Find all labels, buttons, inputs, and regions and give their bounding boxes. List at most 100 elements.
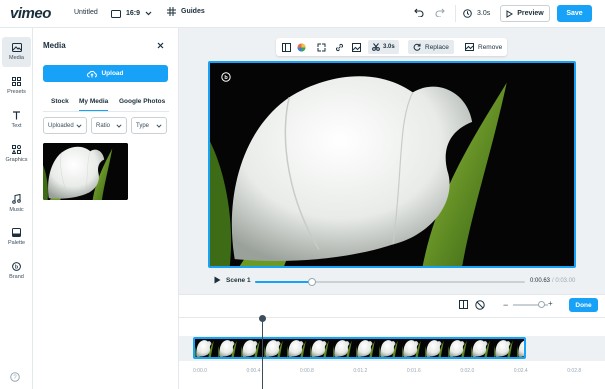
shapes-icon bbox=[12, 145, 21, 154]
zoom-slider-handle[interactable] bbox=[538, 301, 545, 308]
scene-label: Scene 1 bbox=[226, 277, 251, 284]
timeline-tick: 0:00.8 bbox=[299, 368, 314, 374]
scissors-icon bbox=[372, 43, 380, 51]
chevron-down-icon bbox=[145, 11, 152, 16]
svg-text:b: b bbox=[224, 75, 228, 81]
color-filter-icon[interactable] bbox=[295, 41, 308, 53]
clip-frame bbox=[448, 339, 471, 357]
timeline-tick: 0:02.0 bbox=[460, 368, 475, 374]
mute-icon[interactable] bbox=[475, 300, 485, 310]
split-icon[interactable] bbox=[459, 300, 468, 309]
rail-label: Media bbox=[9, 55, 24, 61]
tab-stock[interactable]: Stock bbox=[51, 98, 69, 110]
editor-stage: 3.0s Replace Remove b Scene 1 0:00.63 / … bbox=[179, 28, 605, 294]
play-icon[interactable] bbox=[214, 276, 221, 284]
tab-google-photos[interactable]: Google Photos bbox=[119, 98, 165, 110]
guides-label: Guides bbox=[181, 8, 205, 15]
rail-label: Text bbox=[11, 123, 22, 129]
upload-button[interactable]: Upload bbox=[43, 65, 168, 82]
chevron-down-icon bbox=[156, 123, 162, 128]
tab-divider bbox=[43, 111, 169, 112]
filter-label: Type bbox=[136, 122, 150, 129]
type-filter-dropdown[interactable]: Type bbox=[131, 117, 167, 134]
clip-frame bbox=[218, 339, 241, 357]
rail-label: Music bbox=[9, 206, 24, 213]
rail-item-presets[interactable]: Presets bbox=[2, 71, 31, 101]
playhead-handle[interactable] bbox=[259, 315, 266, 322]
grid-icon bbox=[12, 77, 21, 86]
clip-frame bbox=[471, 339, 494, 357]
media-thumbnail[interactable] bbox=[43, 143, 128, 200]
remove-image-icon bbox=[465, 43, 474, 51]
clip-frame bbox=[402, 339, 425, 357]
filter-label: Uploaded bbox=[48, 122, 74, 129]
guides-button[interactable]: Guides bbox=[167, 7, 205, 16]
rail-item-graphics[interactable]: Graphics bbox=[2, 139, 31, 169]
undo-icon[interactable] bbox=[414, 8, 424, 17]
rail-label: Palette bbox=[7, 240, 26, 246]
svg-text:?: ? bbox=[13, 375, 17, 381]
scrubber-handle[interactable] bbox=[307, 278, 316, 286]
help-icon[interactable]: ? bbox=[10, 372, 20, 382]
layout-icon[interactable] bbox=[280, 41, 293, 53]
timeline-tick: 0:00.4 bbox=[246, 368, 261, 374]
rail-item-brand[interactable]: b Brand bbox=[2, 256, 31, 286]
done-button[interactable]: Done bbox=[569, 298, 598, 312]
timeline-divider bbox=[179, 317, 605, 318]
grid-guides-icon bbox=[167, 7, 176, 16]
aspect-ratio-dropdown[interactable]: 16:9 bbox=[107, 5, 156, 22]
ratio-filter-dropdown[interactable]: Ratio bbox=[91, 117, 127, 134]
link-icon[interactable] bbox=[333, 41, 346, 53]
brand-icon: b bbox=[12, 262, 21, 271]
tab-my-media[interactable]: My Media bbox=[79, 98, 109, 112]
replace-button[interactable]: Replace bbox=[408, 40, 454, 54]
image-icon bbox=[11, 43, 22, 52]
playhead-line[interactable] bbox=[262, 319, 263, 389]
vimeo-logo[interactable]: vimeo bbox=[10, 5, 51, 22]
expand-icon[interactable] bbox=[315, 41, 328, 53]
clip-frame bbox=[264, 339, 287, 357]
video-clip[interactable] bbox=[193, 337, 526, 359]
project-title[interactable]: Untitled bbox=[74, 9, 98, 16]
close-icon[interactable] bbox=[157, 42, 164, 49]
clip-frame bbox=[241, 339, 264, 357]
preview-label: Preview bbox=[517, 10, 544, 17]
rail-item-text[interactable]: Text bbox=[2, 105, 31, 135]
clip-frame bbox=[379, 339, 402, 357]
trim-duration-button[interactable]: 3.0s bbox=[368, 40, 399, 54]
replace-label: Replace bbox=[425, 43, 449, 51]
timeline: − + Done 0:00.0 0:00.4 0:00.8 0:01.2 0:01.6 0… bbox=[179, 294, 605, 389]
duration-label: 3.0s bbox=[477, 10, 491, 17]
replace-image-icon[interactable] bbox=[350, 41, 363, 53]
remove-button[interactable]: Remove bbox=[461, 40, 506, 54]
rail-item-palette[interactable]: Palette bbox=[2, 222, 31, 252]
timeline-tick: 0:02.4 bbox=[513, 368, 528, 374]
timeline-tick: 0:01.2 bbox=[353, 368, 368, 374]
zoom-out-icon[interactable]: − bbox=[503, 300, 508, 310]
clip-frame bbox=[494, 339, 517, 357]
rail-item-media[interactable]: Media bbox=[2, 37, 31, 67]
scrubber-progress bbox=[255, 281, 312, 283]
clip-frame bbox=[356, 339, 379, 357]
brand-badge-icon[interactable]: b bbox=[221, 72, 231, 82]
rail-label: Presets bbox=[7, 89, 26, 95]
clip-frame bbox=[287, 339, 310, 357]
upload-cloud-icon bbox=[87, 70, 98, 78]
preview-button[interactable]: Preview bbox=[500, 5, 550, 22]
trim-duration-label: 3.0s bbox=[383, 44, 395, 50]
rail-item-music[interactable]: Music bbox=[2, 188, 31, 218]
zoom-in-icon[interactable]: + bbox=[548, 299, 553, 308]
palette-icon bbox=[12, 228, 21, 237]
duration-button[interactable]: 3.0s bbox=[455, 5, 497, 22]
timeline-tick: 0:01.6 bbox=[406, 368, 421, 374]
uploaded-filter-dropdown[interactable]: Uploaded bbox=[43, 117, 87, 134]
clip-frame bbox=[195, 339, 218, 357]
remove-label: Remove bbox=[478, 43, 503, 51]
refresh-icon bbox=[413, 43, 421, 51]
redo-icon[interactable] bbox=[435, 8, 445, 17]
video-canvas[interactable]: b bbox=[208, 61, 576, 268]
media-panel: Media Upload Stock My Media Google Photo… bbox=[33, 28, 179, 389]
chevron-down-icon bbox=[116, 123, 122, 128]
save-button[interactable]: Save bbox=[557, 5, 592, 22]
chevron-down-icon bbox=[76, 123, 82, 128]
